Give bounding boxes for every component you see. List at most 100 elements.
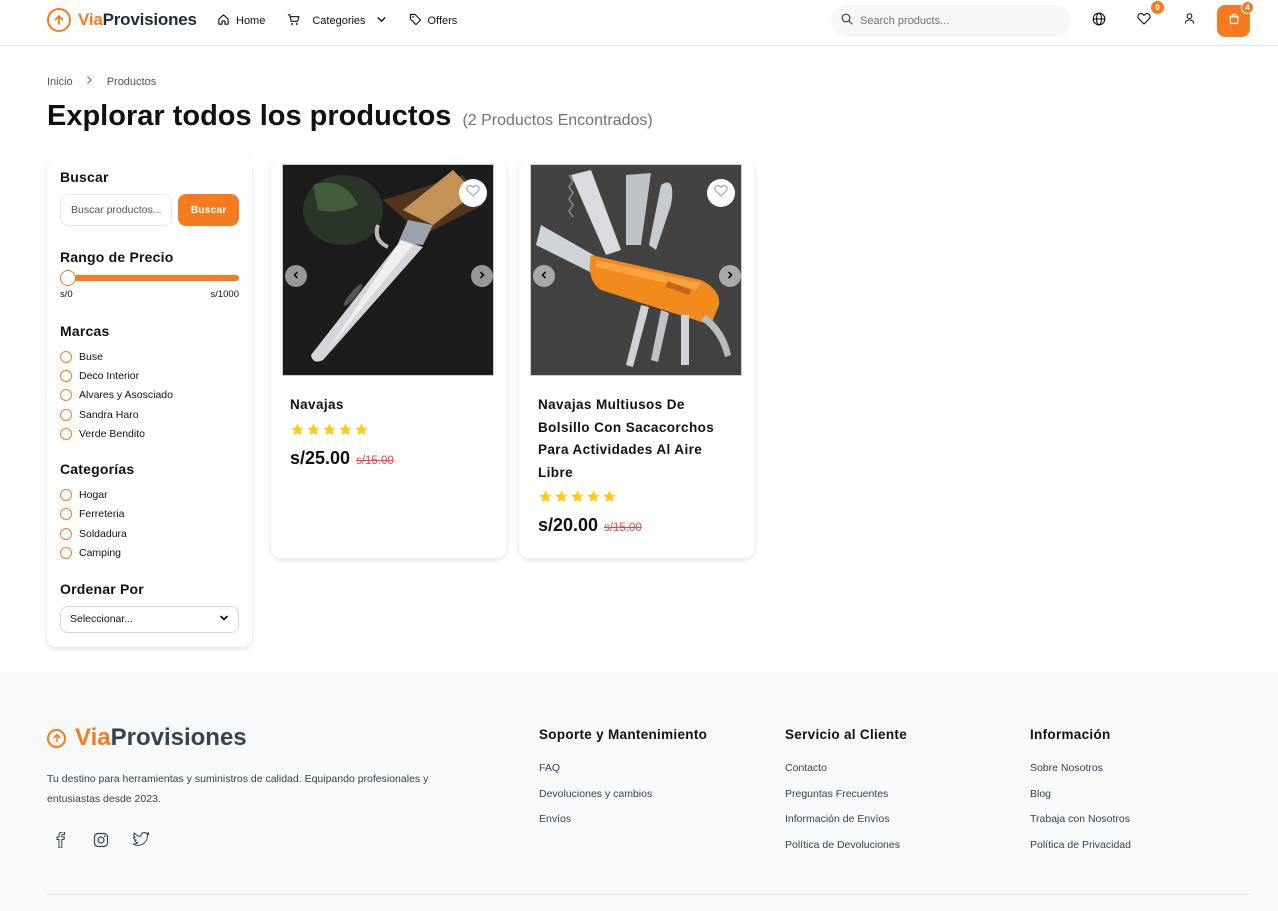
footer-col-support: Soporte y Mantenimiento FAQ Devoluciones… <box>539 727 707 839</box>
footer-link[interactable]: Envíos <box>539 813 707 839</box>
brand-option[interactable]: Deco Interior <box>60 366 239 385</box>
category-option[interactable]: Camping <box>60 543 239 562</box>
footer-link[interactable]: Contacto <box>785 762 907 788</box>
radio-circle[interactable] <box>60 489 72 502</box>
brand-option-label: Buse <box>79 350 103 363</box>
filter-sidebar: Buscar Buscar Rango de Precio s/0 s/1000… <box>47 158 252 647</box>
favorite-button[interactable] <box>459 179 487 207</box>
next-image-button[interactable] <box>719 265 741 287</box>
price-range-thumb[interactable] <box>60 270 76 286</box>
nav-home[interactable]: Home <box>217 13 265 29</box>
filter-search-input[interactable] <box>60 194 172 226</box>
radio-circle[interactable] <box>60 369 72 382</box>
price-max-label: s/1000 <box>210 289 239 300</box>
footer-link[interactable]: Preguntas Frecuentes <box>785 788 907 814</box>
footer-link[interactable]: Sobre Nosotros <box>1030 762 1131 788</box>
footer-logo[interactable]: ViaProvisiones <box>47 724 247 752</box>
nav-categories-label: Categories <box>312 15 366 27</box>
top-header: ViaProvisiones Home Categories Offers 0 … <box>0 0 1278 46</box>
product-name[interactable]: Navajas <box>290 394 490 417</box>
nav-categories[interactable]: Categories <box>287 13 386 29</box>
footer-link[interactable]: Devoluciones y cambios <box>539 788 707 814</box>
search-heading: Buscar <box>60 169 109 185</box>
star-icon <box>602 489 617 509</box>
footer-link[interactable]: Trabaja con Nosotros <box>1030 813 1131 839</box>
footer-link[interactable]: Blog <box>1030 788 1131 814</box>
main-nav: Home Categories Offers <box>217 13 479 29</box>
nav-offers[interactable]: Offers <box>409 13 457 29</box>
filter-search-row: Buscar <box>60 194 239 226</box>
footer-links: FAQ Devoluciones y cambios Envíos <box>539 762 707 839</box>
wishlist-button[interactable] <box>1136 13 1152 29</box>
prev-image-button[interactable] <box>285 265 307 287</box>
star-icon <box>290 422 305 442</box>
breadcrumb-home[interactable]: Inicio <box>47 76 73 88</box>
account-button[interactable] <box>1181 13 1197 29</box>
brand-option-label: Verde Bendito <box>79 427 145 440</box>
header-search-input[interactable] <box>860 15 1060 27</box>
category-option[interactable]: Soldadura <box>60 524 239 543</box>
product-price: s/20.00 <box>538 515 599 535</box>
product-price: s/25.00 <box>290 448 351 468</box>
user-icon <box>1183 12 1196 30</box>
product-image[interactable] <box>530 164 742 376</box>
brand-option[interactable]: Buse <box>60 347 239 366</box>
brand-name: ViaProvisiones <box>78 10 197 29</box>
brand-option-label: Deco Interior <box>79 369 140 382</box>
instagram-icon[interactable] <box>93 832 109 853</box>
footer-col-title: Información <box>1030 727 1111 742</box>
chevron-down-icon <box>219 613 229 626</box>
radio-circle[interactable] <box>60 547 72 560</box>
footer-link[interactable]: Política de Devoluciones <box>785 839 907 865</box>
cart-icon <box>287 13 300 29</box>
favorite-button[interactable] <box>707 179 735 207</box>
radio-circle[interactable] <box>60 508 72 521</box>
brands-heading: Marcas <box>60 323 110 339</box>
star-icon <box>554 489 569 509</box>
star-icon <box>570 489 585 509</box>
footer-link[interactable]: Información de Envíos <box>785 813 907 839</box>
brand-option[interactable]: Sandra Haro <box>60 405 239 424</box>
radio-circle[interactable] <box>60 527 72 540</box>
globe-icon <box>1092 12 1106 31</box>
product-old-price: s/15.00 <box>356 455 394 467</box>
brands-list: Buse Deco Interior Alvares y Asosciado S… <box>60 347 239 443</box>
product-card[interactable]: Navajas Multiusos De Bolsillo Con Sacaco… <box>519 158 754 558</box>
footer-col-info: Información Sobre Nosotros Blog Trabaja … <box>1030 727 1131 865</box>
footer-link[interactable]: FAQ <box>539 762 707 788</box>
radio-circle[interactable] <box>60 389 72 402</box>
radio-circle[interactable] <box>60 427 72 440</box>
category-option[interactable]: Ferreteria <box>60 505 239 524</box>
sort-select[interactable]: Seleccionar... <box>60 605 239 633</box>
brand-logo[interactable]: ViaProvisiones <box>47 8 197 32</box>
star-icon <box>322 422 337 442</box>
price-range-slider[interactable] <box>60 270 239 286</box>
footer-link[interactable]: Política de Privacidad <box>1030 839 1131 865</box>
tag-icon <box>409 13 422 29</box>
product-card[interactable]: Navajas s/25.00 s/15.00 <box>271 158 506 558</box>
twitter-icon[interactable] <box>132 832 150 853</box>
product-image[interactable] <box>282 164 494 376</box>
radio-circle[interactable] <box>60 408 72 421</box>
brand-option[interactable]: Alvares y Asosciado <box>60 386 239 405</box>
language-button[interactable] <box>1091 12 1107 31</box>
price-row: s/25.00 s/15.00 <box>290 448 394 469</box>
prev-image-button[interactable] <box>533 265 555 287</box>
home-icon <box>217 13 230 29</box>
radio-circle[interactable] <box>60 350 72 363</box>
chevron-right-icon <box>477 267 487 285</box>
social-links <box>53 831 150 853</box>
filter-search-button[interactable]: Buscar <box>178 194 239 226</box>
footer-divider <box>47 894 1250 895</box>
next-image-button[interactable] <box>471 265 493 287</box>
star-icon <box>354 422 369 442</box>
facebook-icon[interactable] <box>53 831 69 853</box>
category-option[interactable]: Hogar <box>60 485 239 504</box>
brand-option[interactable]: Verde Bendito <box>60 424 239 443</box>
product-name[interactable]: Navajas Multiusos De Bolsillo Con Sacaco… <box>538 394 738 484</box>
star-icon <box>338 422 353 442</box>
footer-col-service: Servicio al Cliente Contacto Preguntas F… <box>785 727 907 865</box>
sort-select-value: Seleccionar... <box>70 613 134 626</box>
footer-col-title: Servicio al Cliente <box>785 727 907 742</box>
category-option-label: Camping <box>79 547 122 560</box>
